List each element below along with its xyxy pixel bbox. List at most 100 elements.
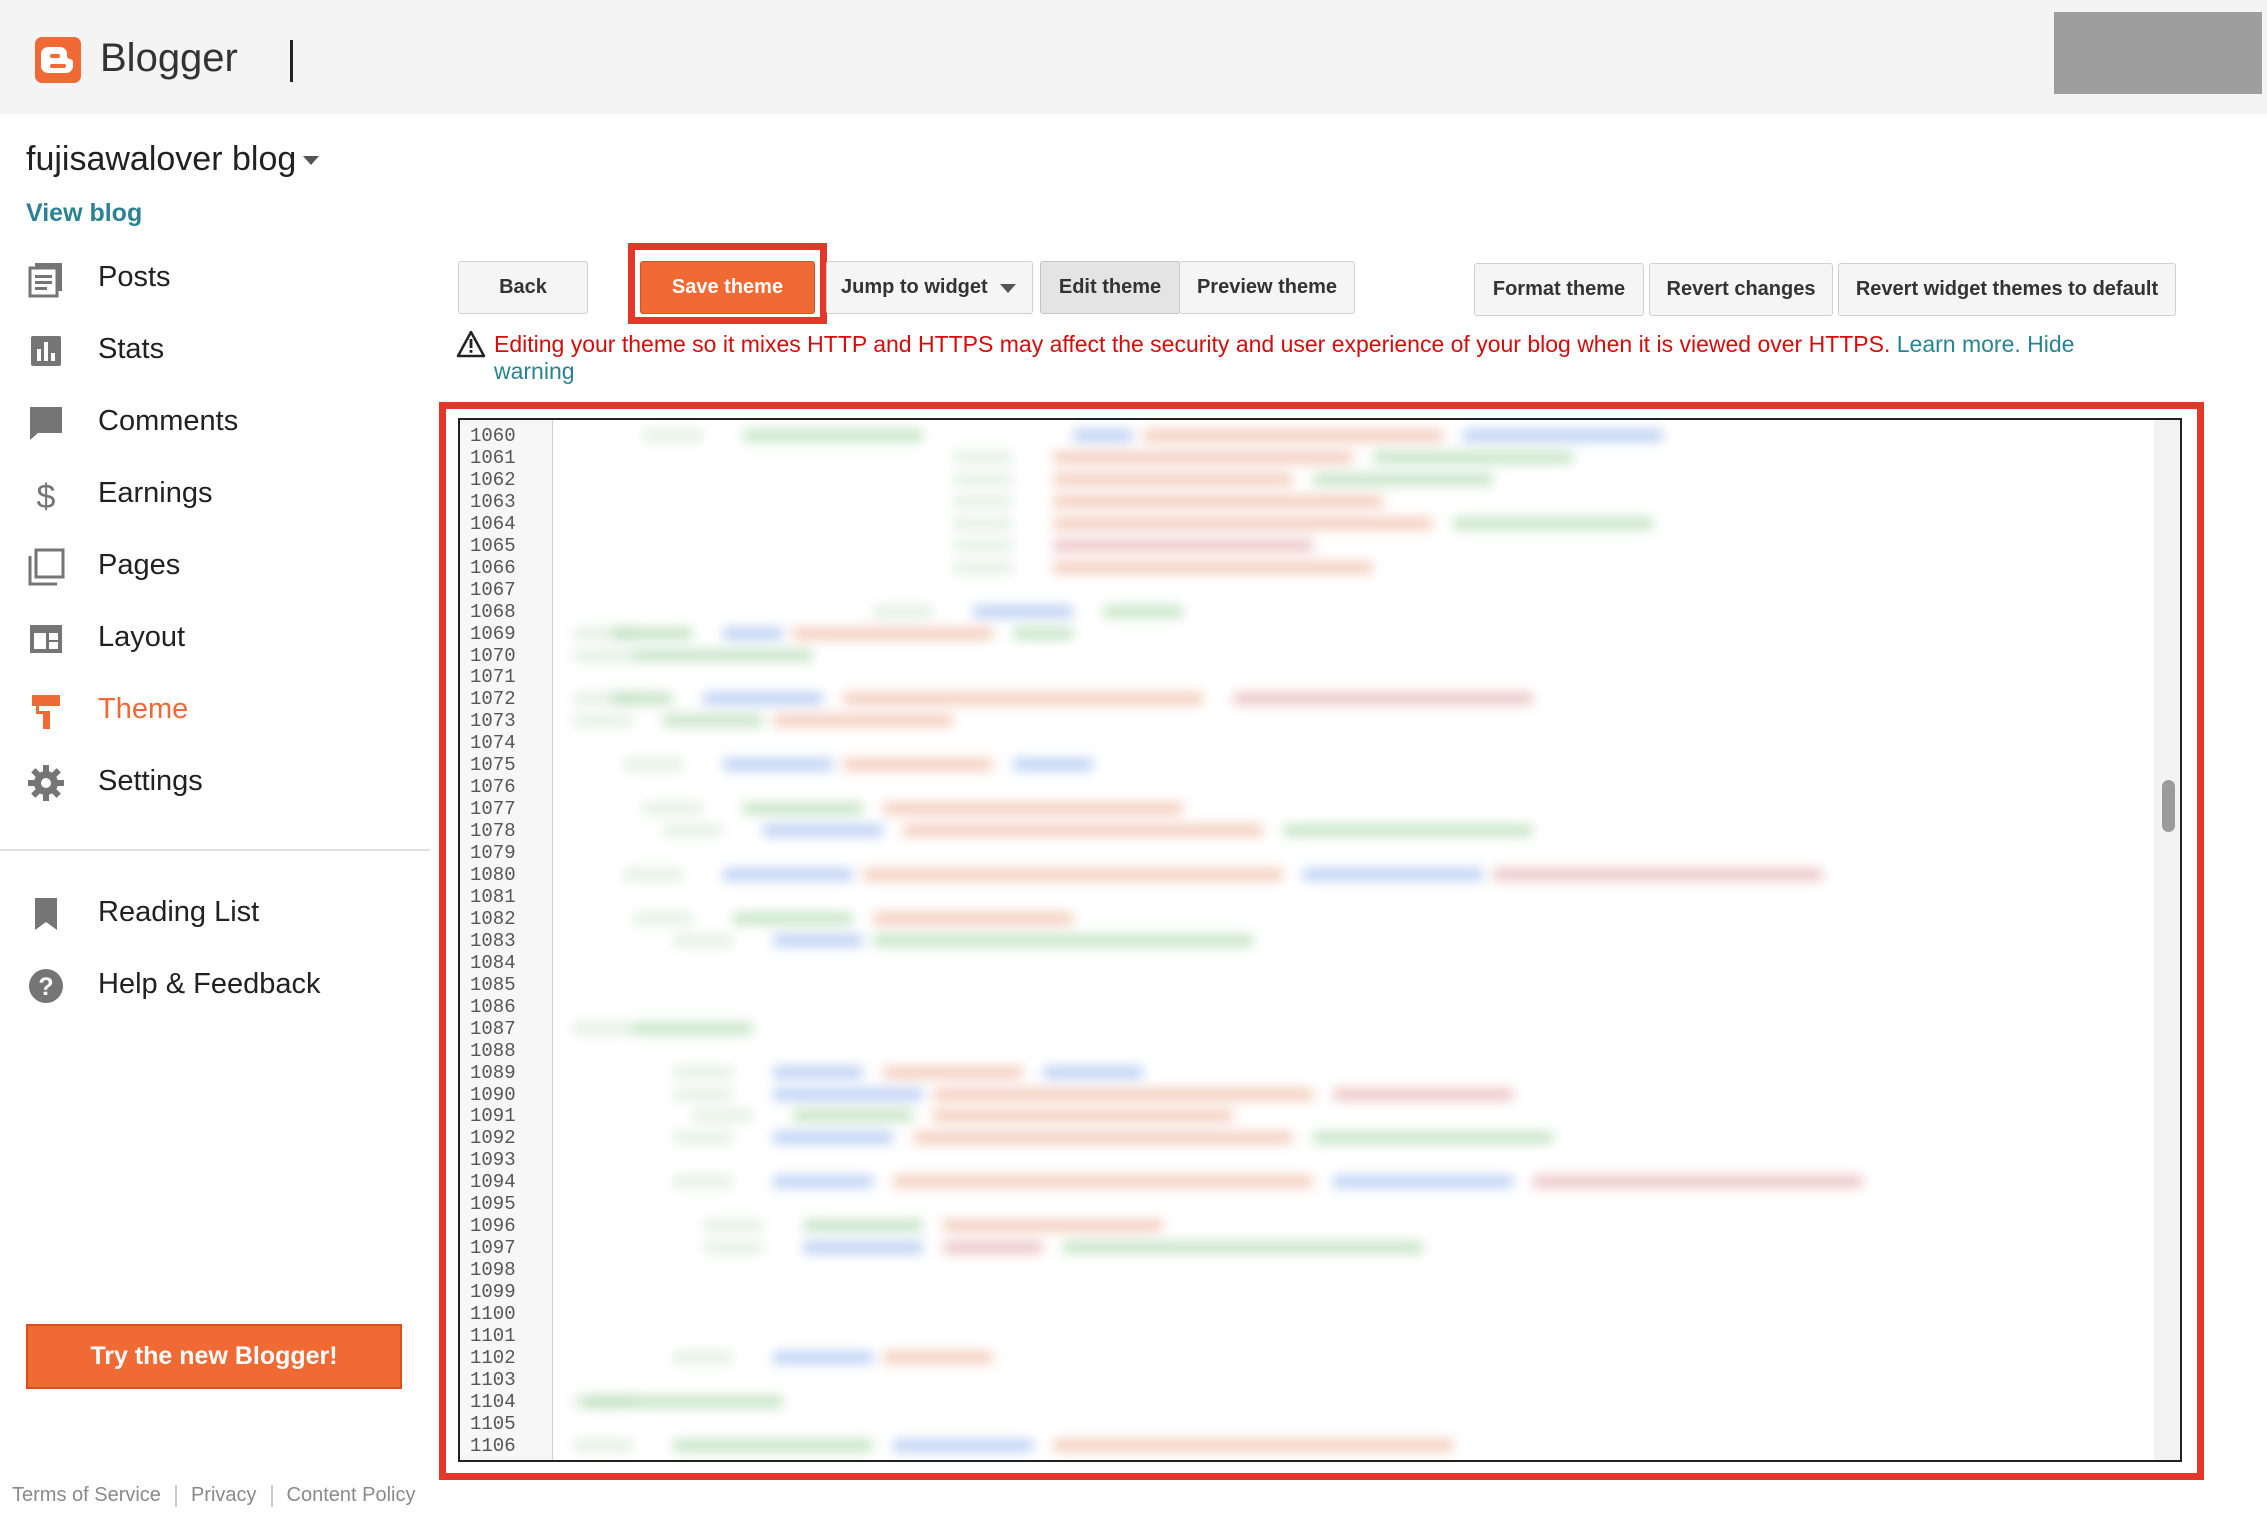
code-indent [623, 759, 683, 771]
code-token [723, 869, 853, 880]
line-number: 1103 [470, 1368, 516, 1391]
sidebar-item-settings[interactable]: Settings [0, 749, 430, 813]
line-number: 1096 [470, 1215, 516, 1238]
code-token [1053, 517, 1433, 529]
line-number: 1077 [470, 798, 516, 821]
view-blog-link[interactable]: View blog [26, 199, 142, 228]
code-token [733, 912, 853, 924]
account-area[interactable] [2054, 12, 2262, 94]
blog-selector-caret-icon[interactable] [303, 156, 319, 165]
format-theme-button[interactable]: Format theme [1474, 263, 1644, 316]
line-number: 1105 [470, 1412, 516, 1435]
blogger-logo-icon[interactable] [35, 37, 81, 83]
code-token [1103, 605, 1183, 617]
code-token [1053, 1439, 1453, 1451]
code-indent [673, 1351, 733, 1363]
sidebar-item-label: Theme [98, 693, 189, 725]
back-button[interactable]: Back [458, 261, 588, 314]
code-token [803, 1242, 923, 1254]
line-number: 1083 [470, 929, 516, 952]
learn-more-link[interactable]: Learn more. [1897, 331, 2021, 357]
sidebar-item-comments[interactable]: Comments [0, 389, 430, 453]
code-token [1073, 430, 1133, 441]
code-token [973, 605, 1073, 617]
code-token [893, 1176, 1313, 1188]
code-indent [573, 1439, 633, 1451]
header-divider [290, 40, 293, 82]
help-icon: ? [29, 969, 63, 1003]
sidebar-divider [0, 849, 430, 851]
line-number: 1102 [470, 1346, 516, 1369]
code-token [743, 803, 863, 815]
code-token [793, 627, 993, 639]
editor-scrollbar[interactable] [2154, 420, 2180, 1460]
code-indent [623, 869, 683, 880]
line-number: 1079 [470, 842, 516, 865]
code-token [873, 934, 1253, 946]
line-number: 1071 [470, 666, 516, 689]
line-number: 1090 [470, 1083, 516, 1106]
content-policy-link[interactable]: Content Policy [287, 1484, 416, 1506]
sidebar-item-stats[interactable]: Stats [0, 317, 430, 381]
code-indent [573, 1022, 633, 1034]
code-token [1043, 1066, 1143, 1078]
scrollbar-thumb[interactable] [2162, 780, 2175, 832]
code-token [863, 869, 1283, 880]
code-indent [673, 1088, 733, 1100]
privacy-link[interactable]: Privacy [191, 1484, 257, 1506]
sidebar-item-help[interactable]: ? Help & Feedback [0, 952, 430, 1016]
sidebar-item-theme[interactable]: Theme [0, 677, 430, 741]
code-token [943, 1220, 1163, 1232]
sidebar-item-reading-list[interactable]: Reading List [0, 880, 430, 944]
sidebar-item-posts[interactable]: Posts [0, 245, 430, 309]
code-token [1053, 451, 1353, 463]
code-token [723, 759, 833, 771]
chevron-down-icon [1000, 284, 1016, 293]
code-indent [673, 1132, 733, 1144]
sidebar-item-label: Earnings [98, 477, 213, 509]
code-token [1493, 869, 1823, 880]
code-token [1303, 869, 1483, 880]
line-number: 1069 [470, 622, 516, 645]
code-token [763, 825, 883, 837]
line-number: 1061 [470, 446, 516, 469]
jump-to-widget-dropdown[interactable]: Jump to widget [826, 261, 1033, 314]
sidebar-item-pages[interactable]: Pages [0, 533, 430, 597]
save-theme-button[interactable]: Save theme [640, 261, 815, 314]
try-new-blogger-button[interactable]: Try the new Blogger! [26, 1324, 402, 1389]
line-number: 1072 [470, 688, 516, 711]
line-number: 1089 [470, 1061, 516, 1084]
line-number: 1091 [470, 1105, 516, 1128]
line-number: 1068 [470, 600, 516, 623]
line-number: 1067 [470, 578, 516, 601]
code-area[interactable] [553, 420, 2152, 1460]
terms-link[interactable]: Terms of Service [12, 1484, 161, 1506]
posts-icon [28, 263, 62, 298]
revert-widget-themes-button[interactable]: Revert widget themes to default [1838, 263, 2176, 316]
code-token [633, 649, 813, 661]
code-token [773, 1088, 923, 1100]
code-token [1283, 825, 1533, 837]
line-number: 1064 [470, 512, 516, 535]
line-number: 1092 [470, 1127, 516, 1150]
sidebar-item-layout[interactable]: Layout [0, 605, 430, 669]
preview-theme-button[interactable]: Preview theme [1179, 261, 1355, 314]
code-token [633, 1022, 753, 1034]
code-token [903, 825, 1263, 837]
code-token [873, 912, 1073, 924]
line-number: 1082 [470, 907, 516, 930]
sidebar-item-label: Posts [98, 261, 171, 293]
code-indent [573, 649, 633, 661]
code-token [1313, 1132, 1553, 1144]
sidebar-item-earnings[interactable]: $ Earnings [0, 461, 430, 525]
edit-theme-button[interactable]: Edit theme [1040, 261, 1180, 314]
blog-selector[interactable]: fujisawalover blog [26, 140, 296, 179]
brand-name[interactable]: Blogger [100, 36, 238, 81]
stats-icon [31, 336, 61, 366]
revert-changes-button[interactable]: Revert changes [1649, 263, 1833, 316]
line-number: 1075 [470, 754, 516, 777]
top-bar: Blogger [0, 0, 2267, 114]
theme-code-editor[interactable]: 1060 1061 1062 1063 1064 1065 1066 1067 1068 1069… [458, 418, 2182, 1462]
code-token [773, 1066, 863, 1078]
code-indent [703, 1242, 763, 1254]
